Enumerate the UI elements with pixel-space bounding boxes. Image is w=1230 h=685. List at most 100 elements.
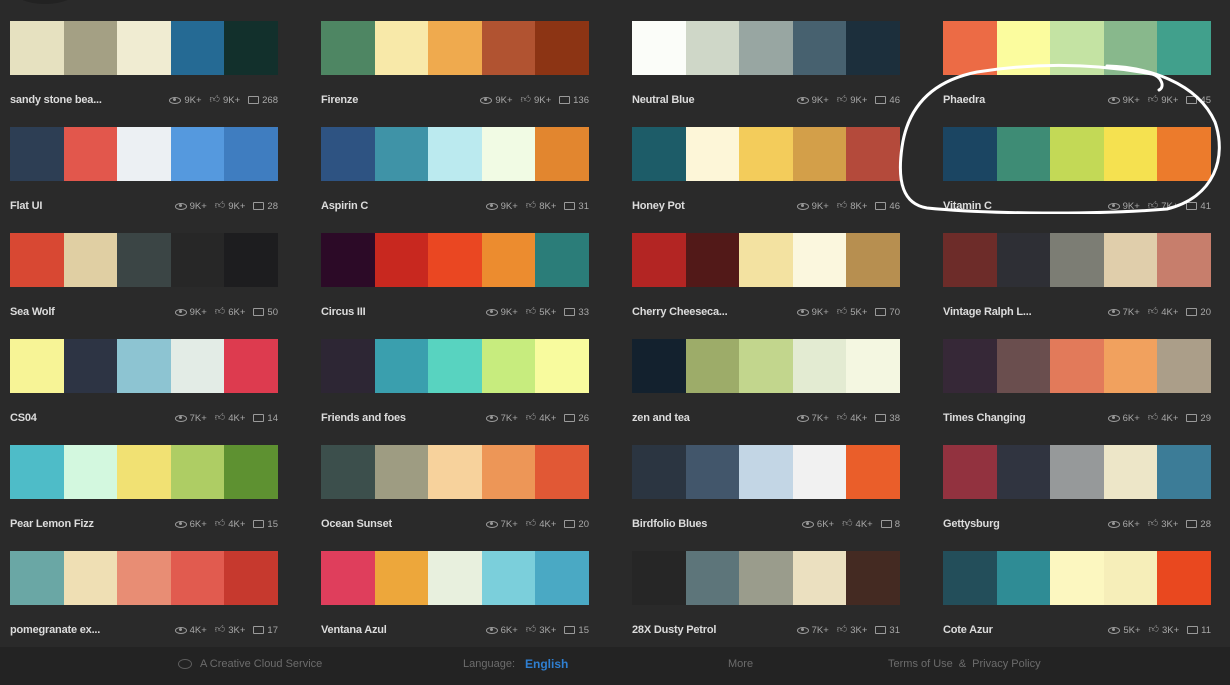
color-swatch[interactable]: [739, 339, 793, 393]
views-stat[interactable]: 6K+: [485, 625, 518, 636]
palette-name[interactable]: Birdfolio Blues: [632, 518, 798, 530]
color-swatch[interactable]: [224, 127, 278, 181]
views-stat[interactable]: 9K+: [485, 307, 518, 318]
color-swatch[interactable]: [1050, 551, 1104, 605]
views-stat[interactable]: 6K+: [1107, 519, 1140, 530]
views-stat[interactable]: 7K+: [485, 413, 518, 424]
palette-name[interactable]: Phaedra: [943, 94, 1104, 106]
palette-name[interactable]: Flat UI: [10, 200, 171, 212]
color-swatch[interactable]: [170, 233, 225, 287]
views-stat[interactable]: 9K+: [174, 307, 207, 318]
palette-swatches[interactable]: [321, 551, 589, 605]
comments-stat[interactable]: 45: [1186, 95, 1211, 106]
color-swatch[interactable]: [481, 445, 536, 499]
palette-name[interactable]: Firenze: [321, 94, 476, 106]
palette-swatches[interactable]: [10, 339, 278, 393]
color-swatch[interactable]: [1050, 339, 1104, 393]
color-swatch[interactable]: [10, 339, 64, 393]
likes-stat[interactable]: 👍︎ 4K+: [215, 413, 246, 424]
views-stat[interactable]: 9K+: [169, 95, 202, 106]
color-swatch[interactable]: [632, 233, 686, 287]
palette-card[interactable]: Aspirin C 9K+ 👍︎ 8K+ 31: [321, 127, 589, 233]
palette-name[interactable]: CS04: [10, 412, 171, 424]
palette-card[interactable]: pomegranate ex... 4K+ 👍︎ 3K+ 17: [10, 551, 278, 657]
comments-stat[interactable]: 268: [248, 95, 278, 106]
palette-swatches[interactable]: [10, 21, 278, 75]
more-link[interactable]: More: [728, 658, 753, 670]
color-swatch[interactable]: [1103, 127, 1158, 181]
likes-stat[interactable]: 👍︎ 7K+: [1148, 201, 1179, 212]
color-swatch[interactable]: [996, 551, 1051, 605]
palette-swatches[interactable]: [632, 233, 900, 287]
color-swatch[interactable]: [535, 233, 589, 287]
palette-swatches[interactable]: [10, 445, 278, 499]
views-stat[interactable]: 7K+: [796, 413, 829, 424]
color-swatch[interactable]: [792, 233, 847, 287]
color-swatch[interactable]: [1103, 339, 1158, 393]
palette-name[interactable]: Ocean Sunset: [321, 518, 482, 530]
palette-swatches[interactable]: [943, 551, 1211, 605]
color-swatch[interactable]: [1050, 233, 1104, 287]
views-stat[interactable]: 5K+: [1108, 625, 1141, 636]
color-swatch[interactable]: [10, 233, 64, 287]
palette-card[interactable]: Honey Pot 9K+ 👍︎ 8K+ 46: [632, 127, 900, 233]
color-swatch[interactable]: [535, 551, 589, 605]
palette-card[interactable]: Pear Lemon Fizz 6K+ 👍︎ 4K+ 15: [10, 445, 278, 551]
comments-stat[interactable]: 17: [253, 625, 278, 636]
palette-card[interactable]: Phaedra 9K+ 👍︎ 9K+ 45: [943, 21, 1211, 127]
color-swatch[interactable]: [63, 21, 118, 75]
comments-stat[interactable]: 15: [253, 519, 278, 530]
color-swatch[interactable]: [996, 445, 1051, 499]
color-swatch[interactable]: [224, 21, 278, 75]
likes-stat[interactable]: 👍︎ 4K+: [215, 519, 246, 530]
palette-card[interactable]: Circus III 9K+ 👍︎ 5K+ 33: [321, 233, 589, 339]
palette-card[interactable]: sandy stone bea... 9K+ 👍︎ 9K+ 268: [10, 21, 278, 127]
palette-swatches[interactable]: [632, 445, 900, 499]
color-swatch[interactable]: [117, 551, 171, 605]
color-swatch[interactable]: [63, 127, 118, 181]
likes-stat[interactable]: 👍︎ 6K+: [215, 307, 246, 318]
palette-card[interactable]: Ventana Azul 6K+ 👍︎ 3K+ 15: [321, 551, 589, 657]
color-swatch[interactable]: [632, 551, 686, 605]
palette-swatches[interactable]: [10, 233, 278, 287]
views-stat[interactable]: 7K+: [485, 519, 518, 530]
palette-card[interactable]: Birdfolio Blues 6K+ 👍︎ 4K+ 8: [632, 445, 900, 551]
palette-name[interactable]: 28X Dusty Petrol: [632, 624, 793, 636]
color-swatch[interactable]: [170, 551, 225, 605]
color-swatch[interactable]: [481, 127, 536, 181]
palette-swatches[interactable]: [943, 127, 1211, 181]
color-swatch[interactable]: [943, 551, 997, 605]
palette-card[interactable]: Friends and foes 7K+ 👍︎ 4K+ 26: [321, 339, 589, 445]
comments-stat[interactable]: 15: [564, 625, 589, 636]
color-swatch[interactable]: [535, 21, 589, 75]
likes-stat[interactable]: 👍︎ 8K+: [837, 201, 868, 212]
palette-swatches[interactable]: [632, 551, 900, 605]
color-swatch[interactable]: [792, 339, 847, 393]
likes-stat[interactable]: 👍︎ 4K+: [1148, 307, 1179, 318]
color-swatch[interactable]: [943, 233, 997, 287]
color-swatch[interactable]: [632, 445, 686, 499]
palette-name[interactable]: Aspirin C: [321, 200, 482, 212]
color-swatch[interactable]: [117, 339, 171, 393]
color-swatch[interactable]: [846, 551, 900, 605]
palette-name[interactable]: pomegranate ex...: [10, 624, 171, 636]
color-swatch[interactable]: [117, 445, 171, 499]
views-stat[interactable]: 9K+: [174, 201, 207, 212]
views-stat[interactable]: 4K+: [174, 625, 207, 636]
color-swatch[interactable]: [374, 339, 429, 393]
color-swatch[interactable]: [632, 339, 686, 393]
palette-name[interactable]: Cote Azur: [943, 624, 1104, 636]
palette-name[interactable]: sandy stone bea...: [10, 94, 165, 106]
color-swatch[interactable]: [1103, 21, 1158, 75]
views-stat[interactable]: 9K+: [485, 201, 518, 212]
color-swatch[interactable]: [481, 339, 536, 393]
comments-stat[interactable]: 28: [1186, 519, 1211, 530]
comments-stat[interactable]: 41: [1186, 201, 1211, 212]
palette-swatches[interactable]: [632, 339, 900, 393]
palette-swatches[interactable]: [321, 21, 589, 75]
palette-name[interactable]: Gettysburg: [943, 518, 1104, 530]
views-stat[interactable]: 9K+: [796, 95, 829, 106]
color-swatch[interactable]: [170, 127, 225, 181]
comments-stat[interactable]: 31: [564, 201, 589, 212]
views-stat[interactable]: 6K+: [801, 519, 834, 530]
